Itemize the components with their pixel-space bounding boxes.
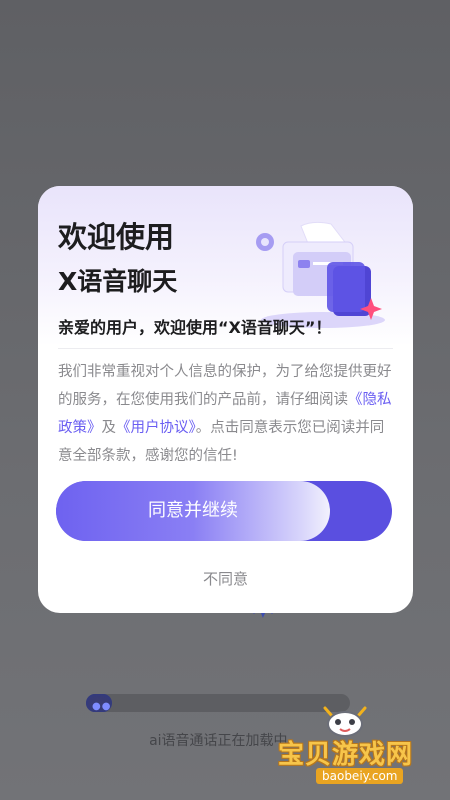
dialog-title-welcome: 欢迎使用	[58, 220, 175, 254]
watermark-url: baobeiy.com	[316, 768, 404, 784]
agree-and-continue-button[interactable]: 同意并继续	[56, 481, 392, 541]
dialog-greeting: 亲爱的用户，欢迎使用“X语音聊天”！	[58, 318, 332, 337]
consent-body-text: 我们非常重视对个人信息的保护，为了给您提供更好的服务，在您使用我们的产品前，请仔…	[58, 358, 396, 470]
user-agreement-link[interactable]: 《用户协议》	[116, 420, 196, 436]
consent-text-part1: 我们非常重视对个人信息的保护，为了给您提供更好的服务，在您使用我们的产品前，请仔…	[58, 364, 392, 408]
loading-dots-icon: ●●	[92, 701, 112, 712]
dialog-divider	[58, 348, 393, 349]
agree-button-label: 同意并继续	[148, 500, 238, 521]
dialog-title-app-name: X语音聊天	[58, 267, 178, 296]
game-controller-mascot-icon	[323, 706, 367, 737]
watermark-logo: 宝贝游戏网 baobeiy.com	[268, 704, 443, 794]
privacy-consent-dialog: 欢迎使用 X语音聊天 亲爱的用户，欢迎使用“X语音聊天”！ 我们非常重视对个人信…	[38, 186, 413, 613]
watermark-title: 宝贝游戏网	[278, 740, 414, 770]
disagree-button[interactable]: 不同意	[38, 568, 413, 589]
consent-and-text: 及	[101, 420, 117, 436]
